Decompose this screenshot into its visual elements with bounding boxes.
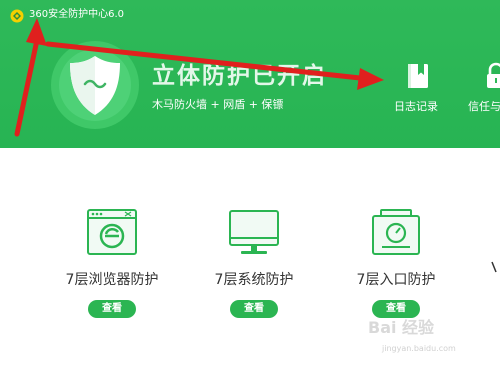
- monitor-icon: [229, 210, 279, 254]
- baidu-jingyan-watermark: Bai 经验 jingyan.baidu.com: [360, 318, 500, 375]
- entry-gauge-icon: [372, 209, 420, 255]
- app-logo-icon: [10, 9, 24, 23]
- browser-shield-icon: [87, 209, 137, 255]
- partial-card-icon: [491, 261, 497, 273]
- entry-protection-label: 7层入口防护: [356, 272, 436, 288]
- system-protection-card[interactable]: 7层系统防护 查看: [194, 208, 314, 320]
- browser-protection-label: 7层浏览器防护: [65, 272, 159, 288]
- trust-settings-button[interactable]: 信任与: [460, 62, 500, 122]
- watermark-url: jingyan.baidu.com: [382, 344, 456, 353]
- lock-icon: [487, 62, 500, 88]
- browser-protection-card[interactable]: 7层浏览器防护 查看: [52, 208, 172, 320]
- log-record-label: 日志记录: [394, 100, 438, 113]
- watermark-text: Bai 经验: [368, 318, 435, 337]
- system-protection-label: 7层系统防护: [214, 272, 294, 288]
- shield-icon: [51, 41, 139, 129]
- log-record-button[interactable]: 日志记录: [386, 62, 446, 122]
- entry-protection-card[interactable]: 7层入口防护 查看: [336, 208, 456, 320]
- protection-features-subtitle: 木马防火墙 + 网盾 + 保镖: [152, 98, 284, 111]
- view-system-protection-button[interactable]: 查看: [230, 300, 278, 318]
- window-title: 360安全防护中心6.0: [29, 9, 124, 20]
- header-banner: 360安全防护中心6.0 立体防护已开启 木马防火墙 + 网盾 + 保镖 日志记…: [0, 0, 500, 148]
- view-browser-protection-button[interactable]: 查看: [88, 300, 136, 318]
- log-book-icon: [408, 64, 428, 88]
- view-entry-protection-button[interactable]: 查看: [372, 300, 420, 318]
- protection-status-title: 立体防护已开启: [152, 63, 327, 89]
- trust-settings-label: 信任与: [468, 100, 500, 113]
